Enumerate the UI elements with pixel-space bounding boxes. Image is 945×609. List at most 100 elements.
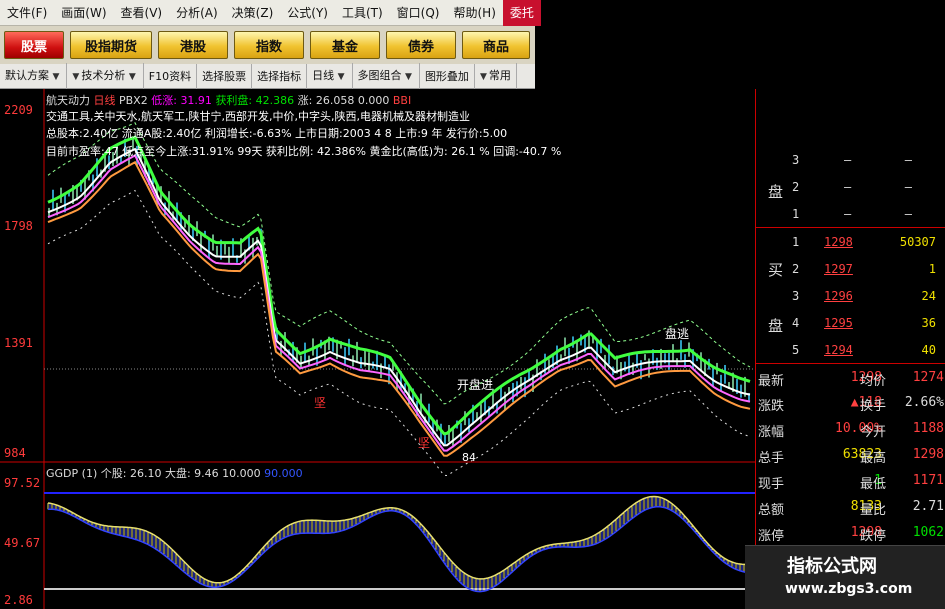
price: – bbox=[844, 153, 852, 167]
low-rise-label: 低涨: bbox=[151, 94, 177, 107]
sub-y-axis-label: 97.52 bbox=[4, 476, 41, 490]
tab-futures[interactable]: 股指期货 bbox=[70, 31, 152, 59]
volume: 24 bbox=[921, 289, 936, 303]
buy-row-4[interactable]: 4 1295 36 bbox=[756, 312, 945, 336]
misc-value: 0.000 bbox=[357, 94, 390, 107]
quote-label: 量比 bbox=[860, 503, 887, 518]
buy-row-2[interactable]: 2 1297 1 bbox=[756, 258, 945, 282]
menu-file[interactable]: 文件(F) bbox=[0, 0, 54, 26]
quote-label: 今开 bbox=[860, 425, 887, 440]
tool-overlay[interactable]: 图形叠加 bbox=[420, 63, 475, 89]
menu-decision[interactable]: 决策(Z) bbox=[225, 0, 281, 26]
buy-row-5[interactable]: 5 1294 40 bbox=[756, 339, 945, 363]
candle bbox=[228, 246, 230, 264]
tab-hk[interactable]: 港股 bbox=[158, 31, 228, 59]
tool-period-label: 日线 bbox=[312, 68, 335, 82]
menu-bar: 文件(F) 画面(W) 查看(V) 分析(A) 决策(Z) 公式(Y) 工具(T… bbox=[0, 0, 541, 26]
sub-level-2: 90.000 bbox=[264, 467, 303, 480]
quote-value: 1062 bbox=[912, 525, 944, 540]
menu-help[interactable]: 帮助(H) bbox=[446, 0, 502, 26]
quote-label: 换手 bbox=[860, 399, 887, 414]
watermark-title: 指标公式网 bbox=[787, 556, 877, 577]
tool-select-stock[interactable]: 选择股票 bbox=[197, 63, 253, 89]
quote-row: 涨跌 ▲118 换手 2.66% bbox=[756, 392, 945, 415]
sub-indicator-name: GGDP (1) bbox=[46, 467, 98, 480]
candle bbox=[720, 374, 722, 391]
buy-row-1[interactable]: 1 1298 50307 bbox=[756, 231, 945, 255]
dropdown-arrow-icon: ▼ bbox=[405, 71, 412, 82]
candle bbox=[672, 344, 674, 363]
price: – bbox=[844, 207, 852, 221]
sub-market-value: 9.46 bbox=[194, 467, 219, 480]
quote-label: 均价 bbox=[860, 374, 887, 389]
menu-trade[interactable]: 委托 bbox=[502, 0, 541, 26]
level: 5 bbox=[792, 343, 800, 357]
tab-commodity[interactable]: 商品 bbox=[462, 31, 530, 59]
tool-multi-chart[interactable]: 多图组合 ▼ bbox=[353, 62, 420, 90]
tab-index[interactable]: 指数 bbox=[234, 31, 304, 59]
annotation-mark: 坚 bbox=[314, 396, 327, 410]
quote-label: 最高 bbox=[860, 451, 887, 466]
menu-window[interactable]: 窗口(Q) bbox=[390, 0, 447, 26]
ma-line bbox=[47, 189, 751, 477]
sub-stock-value: 26.10 bbox=[129, 467, 162, 480]
quote-row: 总手 63823 最高 1298 bbox=[756, 444, 945, 467]
annotation-low: 84 bbox=[462, 451, 476, 464]
tool-scheme[interactable]: 默认方案 ▼ bbox=[0, 62, 68, 90]
menu-view-window[interactable]: 画面(W) bbox=[54, 0, 113, 26]
candle bbox=[232, 238, 234, 257]
chart-stats-row: 目前市盈率:47 低点至今上涨:31.91% 99天 获利比例: 42.386%… bbox=[46, 145, 562, 158]
candle bbox=[356, 341, 358, 362]
menu-formula[interactable]: 公式(Y) bbox=[280, 0, 335, 26]
sell-row-2[interactable]: 2 – – bbox=[756, 176, 945, 200]
candle bbox=[740, 384, 742, 398]
candle bbox=[300, 355, 302, 368]
tool-f10[interactable]: F10资料 bbox=[144, 63, 198, 89]
quote-value: 2.71 bbox=[912, 499, 944, 514]
menu-analysis[interactable]: 分析(A) bbox=[169, 0, 225, 26]
tool-select-indicator[interactable]: 选择指标 bbox=[252, 63, 308, 89]
tool-tech-analysis-label: 技术分析 bbox=[81, 68, 126, 82]
ma-line bbox=[47, 160, 751, 457]
annotation-mark: 坚 bbox=[418, 436, 431, 450]
chart-industry-row: 交通工具,关中天水,航天军工,陕甘宁,西部开发,中价,中字头,陕西,电器机械及器… bbox=[46, 110, 470, 123]
dropdown-arrow-icon: ▼ bbox=[337, 71, 345, 82]
dropdown-arrow-icon: ▼ bbox=[52, 71, 60, 82]
tab-fund[interactable]: 基金 bbox=[310, 31, 380, 59]
candle bbox=[224, 243, 226, 255]
kline-chart-area[interactable]: 2209 1798 1391 984 97.52 49.67 2.86 航天动力… bbox=[0, 89, 755, 609]
watermark-logo: 指标公式网 www.zbgs3.com bbox=[745, 545, 945, 609]
candle bbox=[444, 433, 446, 445]
sell-row-1[interactable]: 1 – – bbox=[756, 203, 945, 227]
kline-chart[interactable] bbox=[0, 89, 755, 609]
sub-y-axis-label: 2.86 bbox=[4, 593, 33, 607]
level: 1 bbox=[792, 235, 800, 249]
profit-value: 42.386 bbox=[255, 94, 295, 107]
tool-multi-chart-label: 多图组合 bbox=[357, 68, 402, 82]
period-label: 日线 bbox=[93, 94, 116, 107]
tool-common[interactable]: ▼ 常用 bbox=[475, 62, 517, 90]
quote-label: 最低 bbox=[860, 477, 887, 492]
candle bbox=[452, 428, 454, 448]
sub-level-1: 10.000 bbox=[222, 467, 261, 480]
sell-row-3[interactable]: 3 – – bbox=[756, 149, 945, 173]
tab-bond[interactable]: 债券 bbox=[386, 31, 456, 59]
sub-market-label: 大盘: bbox=[164, 467, 191, 480]
tool-period[interactable]: 日线 ▼ bbox=[307, 62, 353, 90]
y-axis-label: 1391 bbox=[4, 336, 33, 350]
stock-name: 航天动力 bbox=[46, 94, 90, 107]
buy-row-3[interactable]: 3 1296 24 bbox=[756, 285, 945, 309]
tab-stocks[interactable]: 股票 bbox=[4, 31, 64, 59]
menu-tools[interactable]: 工具(T) bbox=[335, 0, 390, 26]
candle bbox=[208, 239, 210, 259]
volume: – bbox=[904, 153, 912, 167]
quote-label: 跌停 bbox=[860, 529, 887, 544]
menu-view[interactable]: 查看(V) bbox=[114, 0, 170, 26]
candle bbox=[628, 355, 630, 376]
sub-indicator-group bbox=[47, 495, 751, 593]
volume: 36 bbox=[921, 316, 936, 330]
price: 1295 bbox=[824, 316, 853, 330]
tool-tech-analysis[interactable]: ▼ 技术分析 ▼ bbox=[67, 62, 144, 90]
price: 1298 bbox=[824, 235, 853, 249]
candle bbox=[520, 376, 522, 390]
